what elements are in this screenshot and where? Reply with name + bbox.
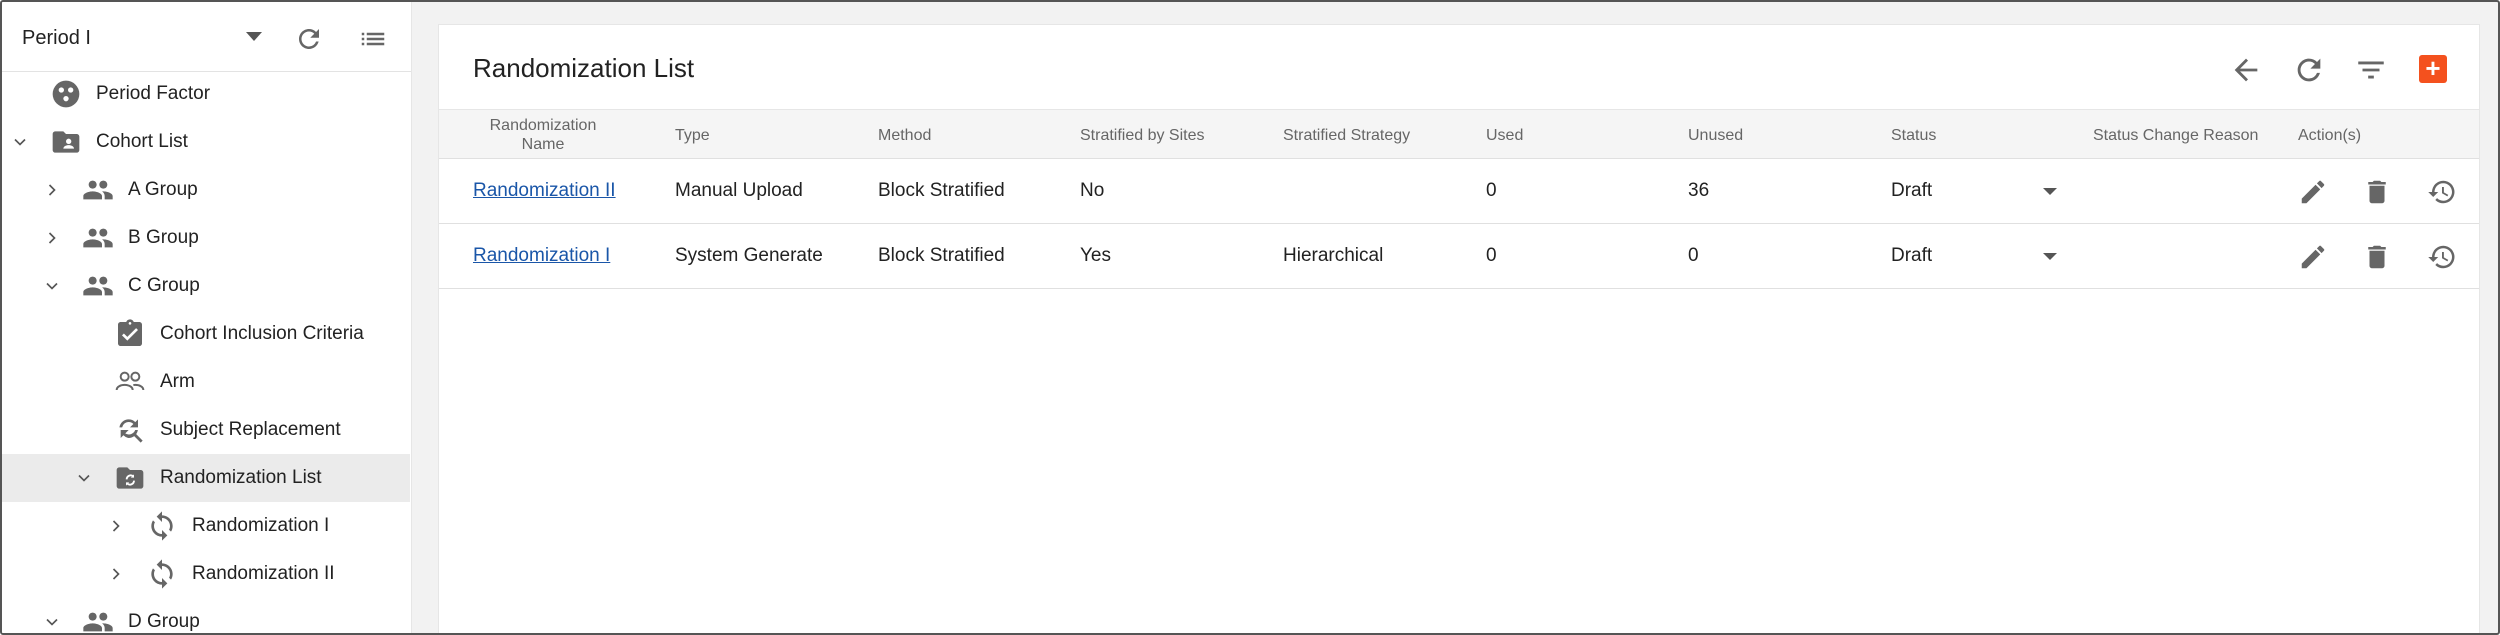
column-header-type[interactable]: Type <box>675 110 710 160</box>
status-value: Draft <box>1891 245 1933 266</box>
cell-name[interactable]: Randomization II <box>473 159 616 223</box>
period-select-value: Period I <box>22 26 91 49</box>
dropdown-arrow-icon[interactable] <box>2043 253 2057 260</box>
tree-item-d-group[interactable]: D Group <box>2 598 410 633</box>
tree-item-randomization-i[interactable]: Randomization I <box>2 502 410 550</box>
column-header-actions: Action(s) <box>2298 126 2362 144</box>
cell-used: 0 <box>1486 180 1497 201</box>
chevron-down-icon[interactable] <box>42 612 62 632</box>
tree-item-arm[interactable]: Arm <box>2 358 410 406</box>
chevron-down-icon[interactable] <box>10 132 30 152</box>
randomization-link[interactable]: Randomization II <box>473 180 616 202</box>
chevron-down-icon[interactable] <box>42 276 62 296</box>
tree-item-b-group[interactable]: B Group <box>2 214 410 262</box>
period-select[interactable]: Period I <box>22 18 262 58</box>
column-header-used[interactable]: Used <box>1486 110 1523 160</box>
column-header-status[interactable]: Status <box>1891 110 1936 160</box>
cell-method: Block Stratified <box>878 245 1005 266</box>
column-header-stratified-by-sites[interactable]: Stratified by Sites <box>1080 110 1205 160</box>
factor-icon <box>50 78 82 110</box>
chevron-down-icon[interactable] <box>246 32 262 41</box>
group-icon <box>82 174 114 206</box>
chevron-right-icon[interactable] <box>106 516 126 536</box>
contact-folder-icon <box>50 126 82 158</box>
tree-item-c-group[interactable]: C Group <box>2 262 410 310</box>
tree-item-label: Randomization I <box>192 515 330 536</box>
column-header-status-change-reason[interactable]: Status Change Reason <box>2093 110 2258 160</box>
find-replace-icon <box>114 414 146 446</box>
app-window: Period I Period Factor Cohort List A Gro… <box>0 0 2500 635</box>
randomization-link[interactable]: Randomization I <box>473 245 610 267</box>
main-panel: Randomization List + Randomization Name … <box>438 24 2480 633</box>
cell-stratified-by-sites: No <box>1080 180 1105 201</box>
cell-unused: 36 <box>1688 180 1710 201</box>
sync-folder-icon <box>114 462 146 494</box>
table-row: Randomization I System Generate Block St… <box>439 224 2479 289</box>
tree-item-a-group[interactable]: A Group <box>2 166 410 214</box>
column-header-name[interactable]: Randomization Name <box>473 110 613 160</box>
edit-icon[interactable] <box>2298 177 2328 207</box>
dropdown-arrow-icon[interactable] <box>2043 188 2057 195</box>
status-value: Draft <box>1891 180 1933 201</box>
chevron-down-icon[interactable] <box>74 468 94 488</box>
cell-type: Manual Upload <box>675 180 803 201</box>
sidebar-header: Period I <box>2 2 411 72</box>
filter-icon[interactable] <box>2354 53 2388 87</box>
tree-item-randomization-ii[interactable]: Randomization II <box>2 550 410 598</box>
refresh-icon[interactable] <box>294 24 324 54</box>
tree-item-randomization-list[interactable]: Randomization List <box>2 454 410 502</box>
tree-item-label: Subject Replacement <box>160 419 341 440</box>
sidebar-scrollbar[interactable] <box>412 2 432 633</box>
cell-type: System Generate <box>675 245 823 266</box>
column-header-method[interactable]: Method <box>878 110 931 160</box>
history-icon[interactable] <box>2427 177 2457 207</box>
table-header: Randomization Name Type Method Stratifie… <box>439 109 2479 159</box>
chevron-right-icon[interactable] <box>42 180 62 200</box>
sync-icon <box>146 510 178 542</box>
chevron-right-icon[interactable] <box>106 564 126 584</box>
tree-item-label: A Group <box>128 179 198 200</box>
page-title: Randomization List <box>473 53 695 83</box>
tree-item-label: B Group <box>128 227 199 248</box>
tree-item-label: Randomization List <box>160 467 322 488</box>
list-icon[interactable] <box>358 24 388 54</box>
sidebar: Period I Period Factor Cohort List A Gro… <box>2 2 412 633</box>
cell-used: 0 <box>1486 245 1497 266</box>
tree-item-cohort-inclusion-criteria[interactable]: Cohort Inclusion Criteria <box>2 310 410 358</box>
tree-item-label: Randomization II <box>192 563 335 584</box>
sync-icon <box>146 558 178 590</box>
history-icon[interactable] <box>2427 242 2457 272</box>
column-header-unused[interactable]: Unused <box>1688 110 1743 160</box>
cell-method: Block Stratified <box>878 180 1005 201</box>
status-select[interactable]: Draft <box>1891 159 2061 223</box>
cell-stratified-strategy: Hierarchical <box>1283 245 1384 266</box>
chevron-right-icon[interactable] <box>42 228 62 248</box>
edit-icon[interactable] <box>2298 242 2328 272</box>
cell-stratified-by-sites: Yes <box>1080 245 1111 266</box>
cell-unused: 0 <box>1688 245 1699 266</box>
tree-item-label: Arm <box>160 371 195 392</box>
group-icon <box>82 606 114 633</box>
delete-icon[interactable] <box>2362 242 2392 272</box>
refresh-icon[interactable] <box>2292 53 2326 87</box>
cell-name[interactable]: Randomization I <box>473 224 610 288</box>
tree-item-label: Cohort List <box>96 131 188 152</box>
status-select[interactable]: Draft <box>1891 224 2061 288</box>
tree-item-label: Period Factor <box>96 83 211 104</box>
tree-item-period-factor[interactable]: Period Factor <box>2 70 410 118</box>
tree-item-cohort-list[interactable]: Cohort List <box>2 118 410 166</box>
back-arrow-icon[interactable] <box>2229 53 2263 87</box>
tree-item-subject-replacement[interactable]: Subject Replacement <box>2 406 410 454</box>
group-icon <box>82 270 114 302</box>
group-icon <box>82 222 114 254</box>
people-outline-icon <box>114 366 146 398</box>
add-button[interactable]: + <box>2419 55 2447 83</box>
column-header-stratified-strategy[interactable]: Stratified Strategy <box>1283 110 1410 160</box>
tree-item-label: D Group <box>128 611 200 632</box>
tree-item-label: Cohort Inclusion Criteria <box>160 323 364 344</box>
tree-item-label: C Group <box>128 275 200 296</box>
table-row: Randomization II Manual Upload Block Str… <box>439 159 2479 224</box>
delete-icon[interactable] <box>2362 177 2392 207</box>
clipboard-check-icon <box>114 318 146 350</box>
